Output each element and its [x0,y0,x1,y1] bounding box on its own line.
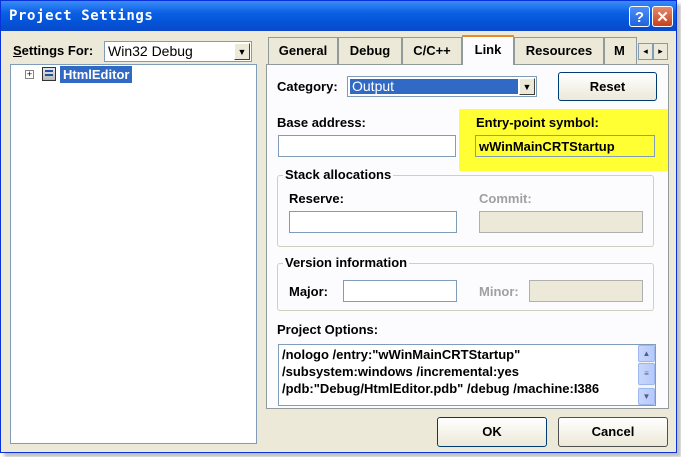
tab-resources[interactable]: Resources [514,37,604,64]
base-address-input[interactable] [278,135,456,157]
category-combo[interactable]: Output ▼ [347,76,537,97]
project-options-label: Project Options: [277,322,379,337]
project-settings-dialog: Project Settings ? ✕ Settings For: Win32… [0,0,677,453]
project-options-textarea[interactable]: /nologo /entry:"wWinMainCRTStartup" /sub… [278,344,656,406]
chevron-down-icon[interactable]: ▼ [234,43,250,60]
project-options-line: /subsystem:windows /incremental:yes [282,364,519,379]
close-button[interactable]: ✕ [652,6,673,27]
minor-input[interactable] [529,280,643,302]
close-icon: ✕ [656,9,669,26]
project-options-line: /pdb:"Debug/HtmlEditor.pdb" /debug /mach… [282,381,600,396]
settings-for-combo[interactable]: Win32 Debug ▼ [104,41,252,62]
tree-expand-icon[interactable]: + [25,70,34,79]
minor-label: Minor: [479,284,519,299]
reset-button[interactable]: Reset [558,72,657,101]
tab-link[interactable]: Link [462,35,514,65]
commit-input[interactable] [479,211,643,233]
version-information-title: Version information [283,255,410,270]
chevron-down-icon[interactable]: ▼ [519,78,535,95]
window-title: Project Settings [9,8,154,24]
tree-item-htmleditor[interactable]: HtmlEditor [60,66,133,83]
help-icon: ? [634,9,645,26]
entry-point-value: wWinMainCRTStartup [479,139,615,154]
major-input[interactable] [343,280,457,302]
stack-allocations-title: Stack allocations [283,167,394,182]
major-label: Major: [289,284,328,299]
scroll-down-icon[interactable]: ▼ [638,388,655,405]
settings-for-label: Settings For: [13,43,94,58]
tab-c-cpp[interactable]: C/C++ [402,37,462,64]
project-options-line: /nologo /entry:"wWinMainCRTStartup" [282,347,521,362]
title-bar[interactable]: Project Settings ? ✕ [1,1,676,31]
help-button[interactable]: ? [629,6,650,27]
scroll-thumb[interactable]: ≡ [638,363,655,385]
entry-point-label: Entry-point symbol: [476,115,599,130]
project-tree[interactable]: + HtmlEditor [10,64,257,444]
scroll-up-icon[interactable]: ▲ [638,345,655,362]
tab-debug[interactable]: Debug [338,37,402,64]
project-icon [42,67,56,81]
tab-more[interactable]: M [604,37,637,64]
commit-label: Commit: [479,191,532,206]
reserve-label: Reserve: [289,191,344,206]
category-value: Output [352,78,395,94]
project-options-scrollbar[interactable]: ▲ ≡ ▼ [638,345,655,405]
base-address-label: Base address: [277,115,366,130]
settings-for-label-rest: ettings For: [21,43,94,58]
tab-scroll-right-icon[interactable]: ▸ [653,43,668,60]
tab-general[interactable]: General [268,37,338,64]
cancel-button[interactable]: Cancel [558,417,668,447]
tab-scroll-left-icon[interactable]: ◂ [638,43,653,60]
category-label: Category: [277,79,338,94]
entry-point-input[interactable]: wWinMainCRTStartup [475,135,655,157]
ok-button[interactable]: OK [437,417,547,447]
settings-for-value: Win32 Debug [108,43,193,59]
reserve-input[interactable] [289,211,457,233]
